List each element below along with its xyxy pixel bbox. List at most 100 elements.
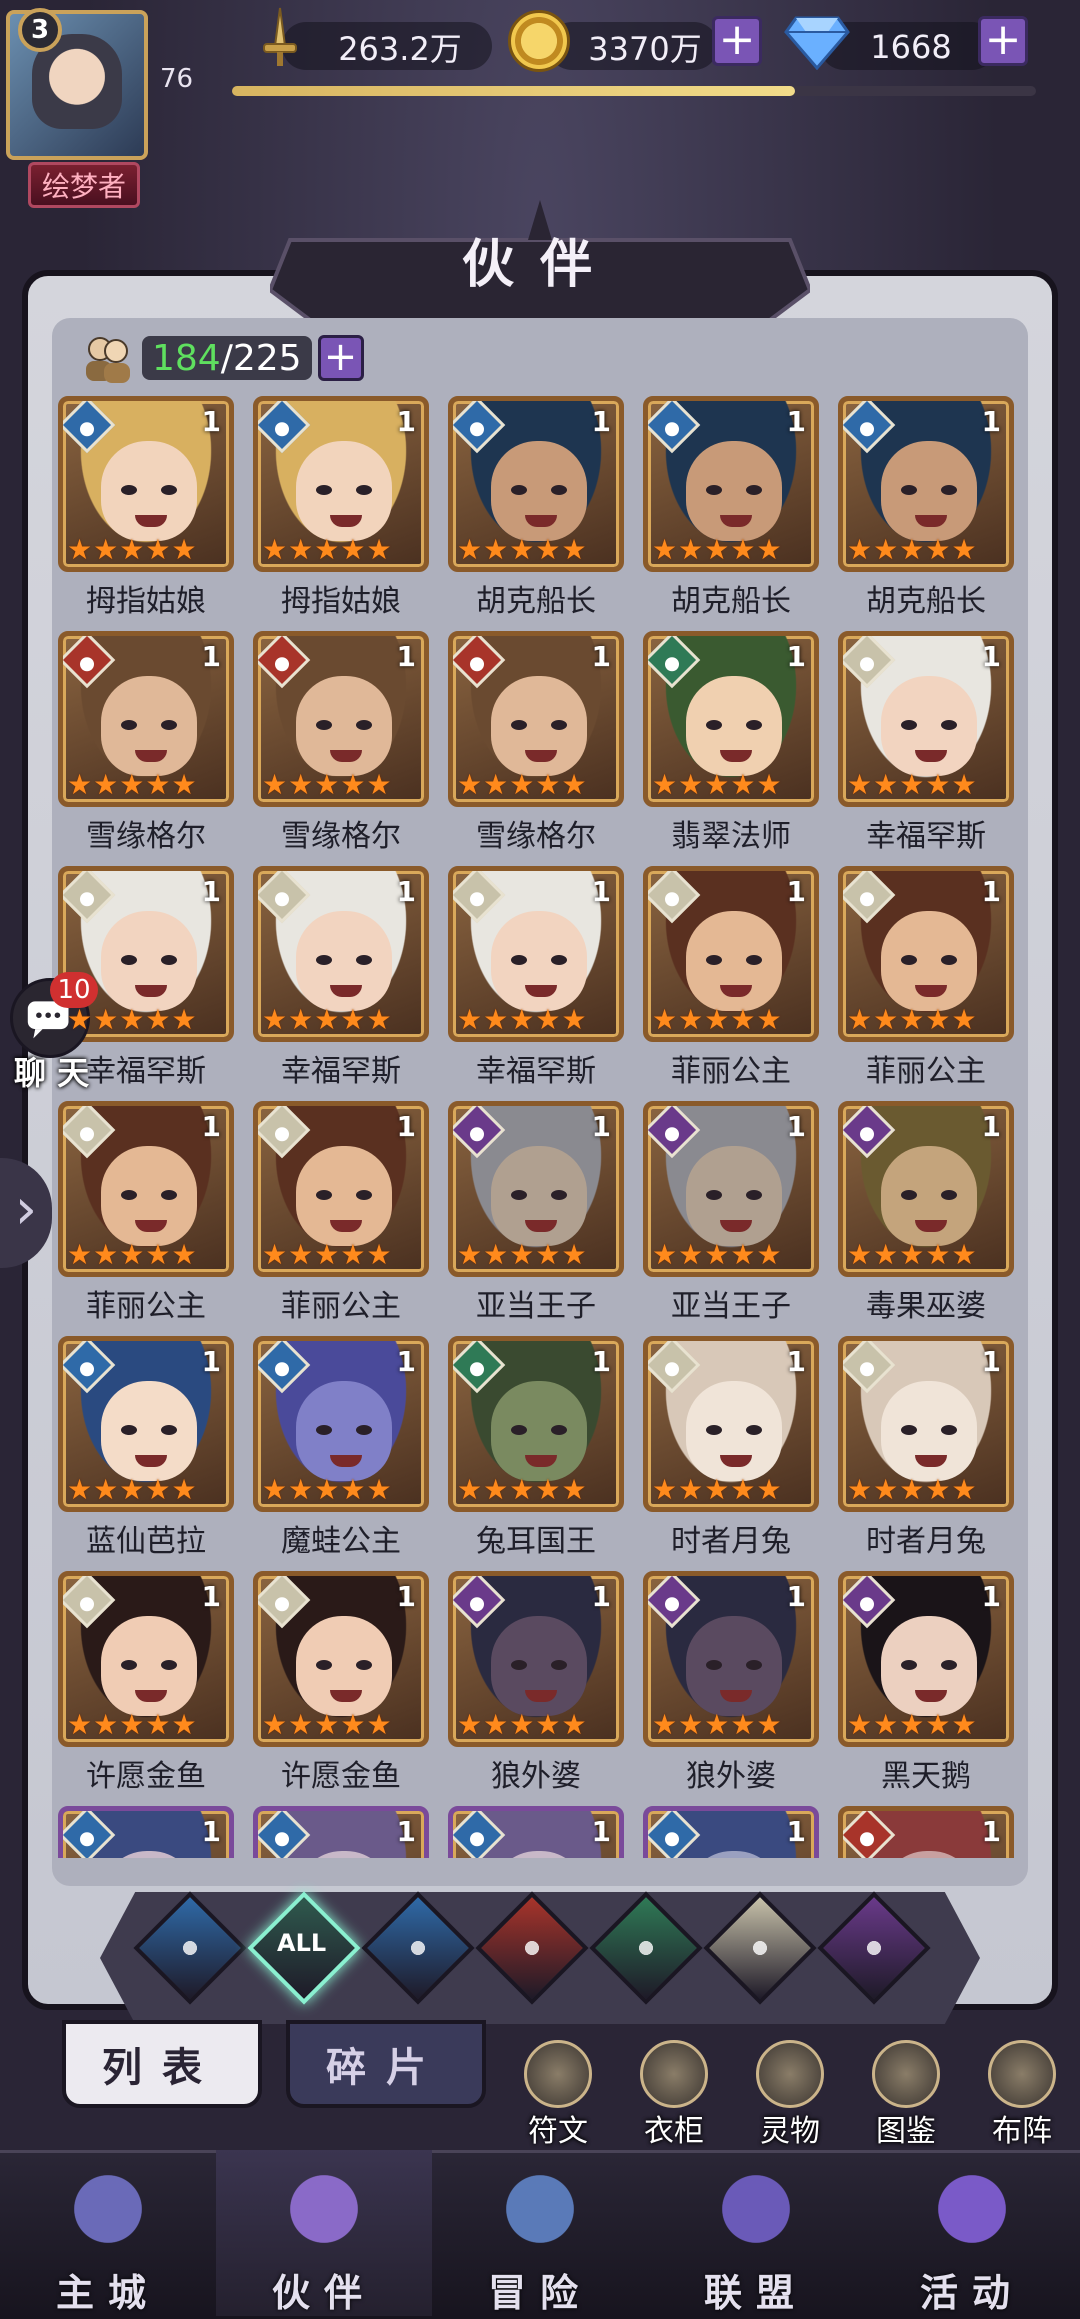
partner-name: 菲丽公主 (281, 1289, 401, 1324)
nav-icon (490, 2164, 590, 2264)
star-icon: ★ (925, 1708, 951, 1741)
expand-capacity-button[interactable]: + (317, 335, 364, 381)
partner-card[interactable]: 1 ★ ★ ★ ★ ★ 狼外婆 (448, 1571, 624, 1801)
partner-portrait: 1 ★ ★ ★ ★ ★ (448, 1336, 624, 1512)
partner-card[interactable]: 1 ★ ★ ★ ★ ★ 许愿金鱼 (58, 1571, 234, 1801)
star-icon: ★ (756, 533, 782, 566)
tool-button[interactable]: 灵物 (742, 2040, 838, 2150)
partner-card[interactable]: 1 ★ ★ ★ ★ ★ 雪缘格尔 (448, 631, 624, 861)
add-diamond-button[interactable]: + (978, 16, 1028, 66)
nav-item[interactable]: 联盟 (648, 2150, 864, 2316)
star-icon: ★ (457, 1473, 483, 1506)
tool-button[interactable]: 符文 (510, 2040, 606, 2150)
partner-card[interactable]: 1 ★ ★ ★ ★ ★ 胡克船长 (643, 396, 819, 626)
portrait-eye (551, 1660, 567, 1670)
tab-list[interactable]: 列表 (62, 2020, 262, 2108)
partner-count-label: 1 (591, 405, 611, 438)
partner-count-label: 1 (981, 875, 1001, 908)
partner-card[interactable]: 1 ★ ★ ★ ★ ★ 时者月兔 (838, 1336, 1014, 1566)
star-icon: ★ (704, 768, 730, 801)
tool-button[interactable]: 衣柜 (626, 2040, 722, 2150)
star-icon: ★ (93, 1473, 119, 1506)
partner-card[interactable]: 1 ★ ★ ★ ★ ★ 雪缘格尔 (253, 631, 429, 861)
partner-card[interactable]: 1 ★ ★ ★ ★ ★ 雪缘格尔 (58, 631, 234, 861)
star-rating: ★ ★ ★ ★ ★ (457, 1241, 619, 1269)
partner-card[interactable]: 1 ★ ★ ★ ★ ★ 时者月兔 (643, 1336, 819, 1566)
partner-card[interactable]: 1 ★ ★ ★ ★ ★ 许愿金鱼 (253, 1571, 429, 1801)
partner-portrait: 1 ★ ★ ★ ★ ★ (838, 631, 1014, 807)
portrait-eye (746, 485, 762, 495)
nav-item[interactable]: 主城 (0, 2150, 216, 2316)
star-rating: ★ ★ ★ ★ ★ (847, 768, 1009, 801)
partner-card[interactable]: 1 (643, 1806, 819, 1858)
star-rating: ★ ★ ★ ★ ★ (847, 1006, 1009, 1034)
partner-card[interactable]: 1 ★ ★ ★ ★ ★ 幸福罕斯 (253, 866, 429, 1096)
star-icon: ★ (262, 1708, 288, 1741)
partner-card[interactable]: 1 ★ ★ ★ ★ ★ 魔蛙公主 (253, 1336, 429, 1566)
partner-card[interactable]: 1 ★ ★ ★ ★ ★ 胡克船长 (448, 396, 624, 626)
partner-card[interactable]: 1 ★ ★ ★ ★ ★ 毒果巫婆 (838, 1101, 1014, 1331)
partner-portrait: 1 ★ ★ ★ ★ ★ (448, 631, 624, 807)
partner-portrait: 1 ★ ★ ★ ★ ★ (58, 866, 234, 1042)
portrait-eye (746, 720, 762, 730)
portrait-eye (941, 720, 957, 730)
star-rating: ★ ★ ★ ★ ★ (262, 1241, 424, 1269)
tool-label: 图鉴 (876, 2114, 936, 2149)
partner-card[interactable]: 1 ★ ★ ★ ★ ★ 拇指姑娘 (58, 396, 234, 626)
star-icon: ★ (340, 533, 366, 566)
partner-card[interactable]: 1 ★ ★ ★ ★ ★ 胡克船长 (838, 396, 1014, 626)
partner-count-label: 1 (396, 1345, 416, 1378)
partner-card[interactable]: 1 ★ ★ ★ ★ ★ 菲丽公主 (838, 866, 1014, 1096)
exp-level-label: 76 (160, 64, 194, 94)
star-rating: ★ ★ ★ ★ ★ (457, 1711, 619, 1739)
partner-card[interactable]: 1 ★ ★ ★ ★ ★ 蓝仙芭拉 (58, 1336, 234, 1566)
partner-card[interactable]: 1 ★ ★ ★ ★ ★ 翡翠法师 (643, 631, 819, 861)
partner-card[interactable]: 1 ★ ★ ★ ★ ★ 拇指姑娘 (253, 396, 429, 626)
partner-card[interactable]: 1 ★ ★ ★ ★ ★ 黑天鹅 (838, 1571, 1014, 1801)
partner-card[interactable]: 1 ★ ★ ★ ★ ★ 兔耳国王 (448, 1336, 624, 1566)
partner-card[interactable]: 1 (448, 1806, 624, 1858)
partner-count-label: 1 (981, 1345, 1001, 1378)
partner-name: 狼外婆 (491, 1759, 581, 1794)
partner-name: 菲丽公主 (671, 1054, 791, 1089)
portrait-eye (121, 1660, 137, 1670)
partner-name: 雪缘格尔 (476, 819, 596, 854)
nav-item[interactable]: 冒险 (432, 2150, 648, 2316)
partner-card[interactable]: 1 ★ ★ ★ ★ ★ 亚当王子 (448, 1101, 624, 1331)
player-title-plaque[interactable]: 绘梦者 (28, 162, 140, 208)
tool-button[interactable]: 图鉴 (858, 2040, 954, 2150)
star-icon: ★ (483, 533, 509, 566)
nav-icon (922, 2164, 1022, 2264)
star-rating: ★ ★ ★ ★ ★ (67, 768, 229, 801)
partner-card[interactable]: 1 ★ ★ ★ ★ ★ 幸福罕斯 (838, 631, 1014, 861)
power-value: 263.2万 (338, 30, 462, 68)
star-icon: ★ (951, 768, 977, 801)
star-icon: ★ (145, 768, 171, 801)
element-glyph (275, 892, 289, 907)
light-element-icon (746, 1934, 774, 1962)
element-glyph (275, 1362, 289, 1377)
partner-card[interactable]: 1 ★ ★ ★ ★ ★ 菲丽公主 (253, 1101, 429, 1331)
partner-count-label: 1 (981, 1110, 1001, 1143)
star-icon: ★ (288, 1473, 314, 1506)
nav-item[interactable]: 伙伴 (216, 2150, 432, 2316)
partner-card[interactable]: 1 ★ ★ ★ ★ ★ 菲丽公主 (58, 1101, 234, 1331)
partner-card[interactable]: 1 ★ ★ ★ ★ ★ 亚当王子 (643, 1101, 819, 1331)
partner-card[interactable]: 1 ★ ★ ★ ★ ★ 狼外婆 (643, 1571, 819, 1801)
partner-card[interactable]: 1 ★ ★ ★ ★ ★ 菲丽公主 (643, 866, 819, 1096)
partner-card[interactable]: 1 ★ ★ ★ ★ ★ 幸福罕斯 (448, 866, 624, 1096)
element-glyph (470, 1597, 484, 1612)
tab-fragments[interactable]: 碎片 (286, 2020, 486, 2108)
add-gold-button[interactable]: + (712, 16, 762, 66)
star-icon: ★ (704, 1473, 730, 1506)
partner-card[interactable]: 1 (838, 1806, 1014, 1858)
partner-card[interactable]: 1 (58, 1806, 234, 1858)
nav-label: 伙伴 (271, 2270, 376, 2315)
partner-count-label: 1 (396, 1110, 416, 1143)
partner-name: 黑天鹅 (881, 1759, 971, 1794)
partner-count-label: 1 (786, 405, 806, 438)
star-icon: ★ (535, 1003, 561, 1036)
tool-button[interactable]: 布阵 (974, 2040, 1070, 2150)
nav-item[interactable]: 活动 (864, 2150, 1080, 2316)
partner-card[interactable]: 1 (253, 1806, 429, 1858)
